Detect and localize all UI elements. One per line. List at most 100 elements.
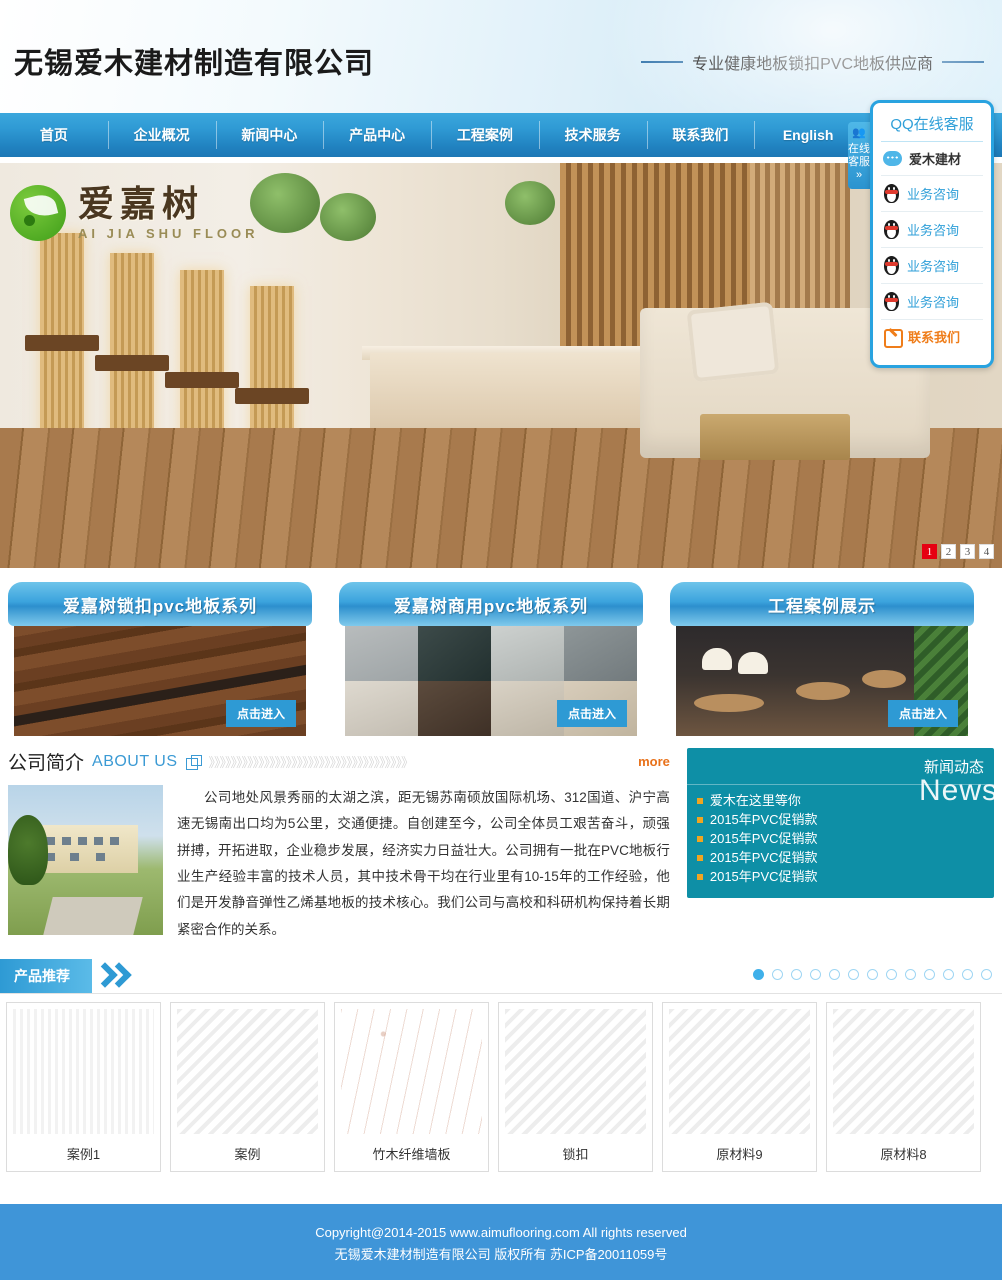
about-chevron-divider: 》》》》》》》》》》》》》》》》》》》》》》》》》》》》》》》》》》》》: [208, 755, 415, 770]
products-section-title: 产品推荐: [0, 958, 92, 993]
product-page-dot-9[interactable]: [905, 968, 916, 980]
product-page-dot-10[interactable]: [924, 968, 935, 980]
product-card[interactable]: 原材料9: [662, 1001, 817, 1172]
slider-page-2[interactable]: 2: [941, 544, 956, 559]
nav-item-1[interactable]: 首页: [0, 113, 108, 157]
product-thumbnail: [833, 1008, 974, 1134]
news-panel: 新闻动态 News 爱木在这里等你 2015年PVC促销款 2015年PVC促销款 2…: [686, 748, 994, 898]
bullet-square-icon: [696, 797, 703, 804]
tagline-rule-right: [942, 61, 984, 63]
header-tagline: 专业健康地板锁扣PVC地板供应商: [641, 50, 984, 74]
product-page-dot-11[interactable]: [943, 968, 954, 980]
product-page-dot-3[interactable]: [791, 968, 802, 980]
nav-item-2[interactable]: 企业概况: [107, 113, 216, 157]
product-page-dot-6[interactable]: [848, 968, 859, 980]
qq-row-1[interactable]: 爱木建材: [881, 142, 983, 176]
qq-penguin-icon: [883, 183, 900, 204]
product-page-dot-5[interactable]: [829, 968, 840, 980]
about-building-photo: [8, 785, 163, 935]
nav-item-label: 技术服务: [564, 127, 621, 143]
people-icon: 👥: [852, 127, 866, 139]
product-caption: 原材料8: [880, 1146, 927, 1162]
company-title: 无锡爱木建材制造有限公司: [14, 48, 375, 80]
product-caption: 案例: [234, 1146, 261, 1162]
nav-item-label: 工程案例: [456, 127, 513, 143]
product-page-dot-7[interactable]: [867, 968, 878, 980]
qq-row-4[interactable]: 业务咨询: [881, 248, 983, 284]
slider-pagination[interactable]: 1234: [922, 544, 994, 559]
brand-logo: 爱嘉树 AI JIA SHU FLOOR: [10, 185, 259, 241]
news-item[interactable]: 爱木在这里等你: [696, 791, 984, 810]
qq-row-6[interactable]: 联系我们: [881, 320, 983, 353]
category-title: 爱嘉树商用pvc地板系列: [339, 582, 643, 626]
category-title: 爱嘉树锁扣pvc地板系列: [8, 582, 312, 626]
footer-icp: 无锡爱木建材制造有限公司 版权所有 苏ICP备20011059号: [334, 1247, 668, 1262]
nav-item-7[interactable]: 联系我们: [646, 113, 755, 157]
product-card[interactable]: 案例1: [6, 1001, 161, 1172]
news-item[interactable]: 2015年PVC促销款: [696, 848, 984, 867]
product-card[interactable]: 锁扣: [498, 1001, 653, 1172]
product-page-dot-13[interactable]: [981, 968, 992, 980]
window-stack-icon: [185, 754, 202, 770]
product-caption: 案例1: [66, 1146, 101, 1162]
product-caption: 锁扣: [562, 1146, 589, 1162]
category-enter-button[interactable]: 点击进入: [887, 700, 958, 727]
tagline-text: 专业健康地板锁扣PVC地板供应商: [692, 56, 933, 73]
about-body-text: 公司地处风景秀丽的太湖之滨，距无锡苏南硕放国际机场、312国道、沪宁高速无锡南出…: [177, 790, 670, 937]
slider-page-4[interactable]: 4: [979, 544, 994, 559]
qq-row-label: 业务咨询: [907, 295, 960, 310]
product-page-dot-12[interactable]: [962, 968, 973, 980]
product-page-dot-4[interactable]: [810, 968, 821, 980]
category-card-commercial-pvc[interactable]: 爱嘉树商用pvc地板系列 点击进入: [339, 582, 643, 736]
about-more-link[interactable]: more: [638, 754, 670, 769]
product-card[interactable]: 竹木纤维墙板: [334, 1001, 489, 1172]
news-item-label: 爱木在这里等你: [709, 793, 801, 808]
nav-item-4[interactable]: 产品中心: [323, 113, 431, 157]
qq-service-panel: QQ在线客服 爱木建材 业务咨询 业务咨询 业务咨询 业务咨询 联系我们: [870, 100, 994, 368]
nav-item-label: 产品中心: [349, 127, 406, 143]
chat-bubble-icon: [883, 151, 902, 166]
category-cards: 爱嘉树锁扣pvc地板系列 点击进入 爱嘉树商用pvc地板系列 点击进入 工程案例…: [0, 568, 1002, 736]
news-item-label: 2015年PVC促销款: [709, 869, 818, 884]
category-card-locking-pvc[interactable]: 爱嘉树锁扣pvc地板系列 点击进入: [8, 582, 312, 736]
bullet-square-icon: [696, 854, 703, 861]
news-item[interactable]: 2015年PVC促销款: [696, 810, 984, 829]
product-page-dot-1[interactable]: [753, 968, 764, 980]
qq-row-2[interactable]: 业务咨询: [881, 176, 983, 212]
slider-page-3[interactable]: 3: [960, 544, 975, 559]
category-card-project-cases[interactable]: 工程案例展示 点击进入: [670, 582, 974, 736]
nav-item-label: 首页: [39, 127, 68, 143]
nav-item-3[interactable]: 新闻中心: [215, 113, 324, 157]
product-page-dot-8[interactable]: [886, 968, 897, 980]
product-caption: 竹木纤维墙板: [372, 1146, 451, 1162]
about-section: 公司简介 ABOUT US 》》》》》》》》》》》》》》》》》》》》》》》》》》…: [8, 748, 670, 943]
nav-item-6[interactable]: 技术服务: [538, 113, 647, 157]
news-item[interactable]: 2015年PVC促销款: [696, 867, 984, 886]
bullet-square-icon: [696, 873, 703, 880]
hero-slider[interactable]: 爱嘉树 AI JIA SHU FLOOR 1234: [0, 163, 1002, 568]
products-pagination-dots[interactable]: [753, 968, 992, 980]
online-service-tab[interactable]: 👥 在线客服 »: [848, 122, 870, 189]
product-page-dot-2[interactable]: [772, 968, 783, 980]
nav-item-5[interactable]: 工程案例: [431, 113, 539, 157]
online-service-tab-label: 在线客服: [848, 143, 870, 168]
product-card[interactable]: 原材料8: [826, 1001, 981, 1172]
product-thumbnail: [341, 1008, 482, 1134]
qq-penguin-icon: [883, 255, 900, 276]
qq-row-label: 业务咨询: [907, 223, 960, 238]
qq-panel-title: QQ在线客服: [881, 113, 983, 142]
nav-item-8[interactable]: English: [754, 113, 862, 157]
category-enter-button[interactable]: 点击进入: [225, 700, 296, 727]
site-footer: Copyright@2014-2015 www.aimuflooring.com…: [0, 1204, 1002, 1280]
news-item-label: 2015年PVC促销款: [709, 812, 818, 827]
qq-row-label: 业务咨询: [907, 259, 960, 274]
product-card[interactable]: 案例: [170, 1001, 325, 1172]
qq-penguin-icon: [883, 291, 900, 312]
logo-english-text: AI JIA SHU FLOOR: [78, 225, 259, 241]
category-enter-button[interactable]: 点击进入: [556, 700, 627, 727]
qq-row-3[interactable]: 业务咨询: [881, 212, 983, 248]
news-item[interactable]: 2015年PVC促销款: [696, 829, 984, 848]
slider-page-1[interactable]: 1: [922, 544, 937, 559]
qq-row-5[interactable]: 业务咨询: [881, 284, 983, 320]
pencil-icon: [883, 328, 903, 348]
